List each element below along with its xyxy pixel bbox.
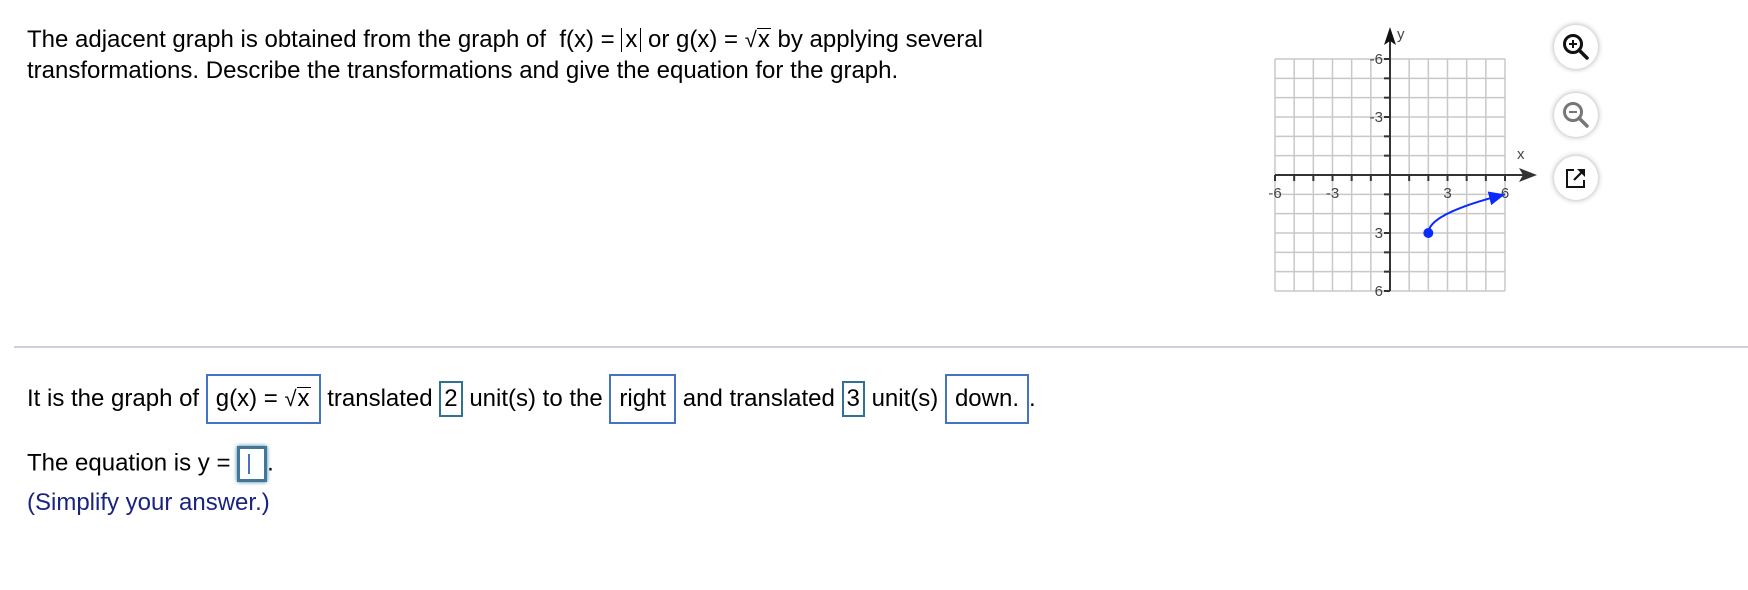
equation-input[interactable] [237,446,268,482]
vertical-direction-dropdown[interactable]: down. [944,374,1029,424]
question-line-1: The adjacent graph is obtained from the … [27,24,1177,55]
g-expr: g(x) = [676,26,745,53]
zoom-out-button[interactable] [1554,93,1598,137]
and-translated-label: and translated [682,385,835,412]
curve-group [1423,191,1506,238]
axes: xy [1275,26,1537,291]
horizontal-shift-input[interactable]: 2 [439,381,463,417]
zoom-in-icon [1563,34,1589,60]
y-tick-label: 3 [1375,225,1383,242]
y-tick-label: -6 [1370,51,1383,68]
question-tail: by applying several [777,26,983,53]
equation-period: . [267,449,274,477]
x-tick-label: 6 [1501,185,1509,202]
x-axis-label: x [1517,146,1525,163]
sqrt-arg: x [296,385,311,412]
sqrt-expr: √x [745,24,771,55]
question-line-2: transformations. Describe the transforma… [27,57,899,84]
units-to-the-label: unit(s) to the [469,385,603,412]
zoom-out-icon [1563,102,1589,128]
equation-label: The equation is y = [27,449,231,477]
radical-sign-icon: √ [744,27,757,52]
y-tick-label: -3 [1370,109,1383,126]
parent-function-expr: g(x) = [215,385,285,412]
sqrt-expr: √x [284,376,311,422]
answer-sentence: It is the graph of g(x) = √x translated … [27,374,1036,424]
x-tick-label: 3 [1443,185,1451,202]
translated-label: translated [327,385,433,412]
section-divider [14,346,1748,348]
f-expr: f(x) = [559,26,622,53]
answer-prefix: It is the graph of [27,385,200,412]
f-function: f(x) = x [559,26,642,53]
abs-value-arg: x [621,28,642,52]
coordinate-graph: xy -6 -3 3 663-3-6 [1268,26,1537,300]
y-tick-label: 6 [1375,283,1383,300]
units-label: unit(s) [871,385,939,412]
horizontal-direction-dropdown[interactable]: right [609,374,677,424]
equation-line: The equation is y = . [27,446,274,482]
external-link-icon [1566,169,1585,188]
x-tick-label: -6 [1268,185,1281,202]
question-intro: The adjacent graph is obtained from the … [27,26,546,53]
y-axis-label: y [1397,26,1405,43]
simplify-hint: (Simplify your answer.) [27,489,270,516]
zoom-in-button[interactable] [1554,25,1598,69]
start-point-dot [1423,228,1434,238]
g-function: g(x) = √x [676,26,771,53]
text-caret [248,454,251,474]
parent-function-dropdown[interactable]: g(x) = √x [205,374,321,424]
or-label: or [648,26,670,53]
popout-button[interactable] [1554,156,1598,200]
radical-sign-icon: √ [284,386,297,411]
sqrt-arg: x [756,26,771,53]
sentence-period: . [1028,385,1036,412]
x-tick-label: -3 [1326,185,1339,202]
question-text: The adjacent graph is obtained from the … [27,24,1177,86]
vertical-shift-input[interactable]: 3 [841,381,865,417]
